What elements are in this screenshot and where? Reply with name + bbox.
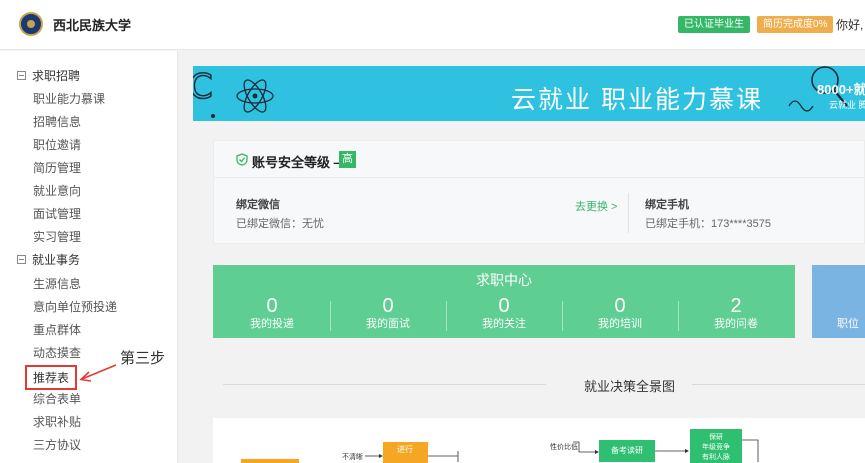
stat-my-interviews[interactable]: 0 我的面试 [330, 295, 446, 331]
school-name[interactable]: 西北民族大学 [53, 15, 131, 34]
school-logo[interactable] [19, 12, 43, 36]
sidebar-item-job-subsidy[interactable]: 求职补贴 [33, 413, 81, 430]
flow-node [241, 459, 299, 463]
sidebar-group-label: 求职招聘 [32, 69, 81, 83]
flow-label-network: 有利人脉 [702, 452, 730, 461]
stat-label: 我的培训 [598, 318, 642, 330]
job-center-panel: 求职中心 0 我的投递 0 我的面试 0 我的关注 0 我的培训 2 我的问卷 [213, 265, 795, 338]
sidebar-item-career-mooc[interactable]: 职业能力慕课 [33, 90, 105, 107]
phone-binding-value: 已绑定手机：173****3575 [645, 218, 771, 230]
banner-subtitle: 云就业 腾讯课堂战略合作 [829, 100, 865, 110]
top-header: 西北民族大学 已认证毕业生 简历完成度0% 你好, [0, 0, 865, 50]
sidebar-item-job-invitations[interactable]: 职位邀请 [33, 136, 81, 153]
sidebar-item-interview-management[interactable]: 面试管理 [33, 205, 81, 222]
stat-my-follows[interactable]: 0 我的关注 [446, 295, 562, 331]
job-side-card[interactable]: 职位 [812, 265, 865, 338]
flow-label-low-value: 性价比低 [550, 442, 578, 451]
collapse-icon [17, 255, 26, 264]
security-level-title: 账号安全等级 — [252, 155, 347, 170]
sidebar-group-job-recruitment[interactable]: 求职招聘 [17, 67, 80, 84]
collapse-icon [17, 71, 26, 80]
sidebar-group-label: 就业事务 [32, 253, 81, 267]
user-greeting[interactable]: 你好, [836, 16, 863, 33]
job-side-card-label: 职位 [837, 318, 859, 330]
stat-label: 我的关注 [482, 318, 526, 330]
resume-completion-badge[interactable]: 简历完成度0% [757, 16, 834, 33]
decision-map-title: 就业决策全景图 [584, 379, 676, 394]
sidebar-item-employment-intention[interactable]: 就业意向 [33, 182, 81, 199]
flow-label-proceed: 进行 [397, 444, 413, 454]
stat-value: 0 [614, 295, 626, 317]
sidebar-item-internship-management[interactable]: 实习管理 [33, 228, 81, 245]
sidebar-item-key-groups[interactable]: 重点群体 [33, 321, 81, 338]
flow-label-competition: 年级竞争 [702, 442, 730, 451]
decision-flowchart: 不清晰 进行 性价比低 备考读研 保研 年级竞争 有利人脉 [241, 429, 759, 463]
stat-label: 我的面试 [366, 318, 410, 330]
sidebar-item-recommendation-form[interactable]: 推荐表 [25, 365, 78, 390]
shield-icon [236, 153, 248, 166]
stat-value: 0 [266, 295, 278, 317]
banner-course-count: 8000+就业能力课程 [817, 82, 865, 97]
sidebar-item-student-source-info[interactable]: 生源信息 [33, 275, 81, 292]
change-wechat-link[interactable]: 去更换 > [575, 198, 617, 214]
sidebar-item-recruitment-info[interactable]: 招聘信息 [33, 113, 81, 130]
security-divider [628, 193, 629, 233]
flow-label-unclear: 不清晰 [342, 452, 363, 461]
account-security-card: 账号安全等级 — 高 绑定微信 已绑定微信：无忧 去更换 > 绑定手机 已绑定手… [213, 140, 865, 244]
svg-text:C: C [193, 67, 213, 107]
heading-divider-left [223, 384, 546, 385]
stat-label: 我的投递 [250, 318, 294, 330]
wechat-binding-value: 已绑定微信：无忧 [236, 218, 324, 230]
heading-divider-right [692, 384, 865, 385]
security-level-badge: 高 [339, 151, 356, 168]
banner-title: 云就业 职业能力慕课 [511, 86, 763, 114]
stat-my-training[interactable]: 0 我的培训 [562, 295, 678, 331]
stat-value: 0 [382, 295, 394, 317]
stat-value: 0 [498, 295, 510, 317]
wechat-binding-label: 绑定微信 [236, 199, 280, 211]
atom-doodle-icon: C [193, 66, 274, 118]
red-arrow-icon [79, 364, 117, 382]
sidebar-group-employment-affairs[interactable]: 就业事务 [17, 251, 80, 268]
sidebar-item-dynamic-survey[interactable]: 动态摸查 [33, 344, 81, 361]
job-center-title: 求职中心 [476, 272, 532, 288]
sidebar-item-tripartite-agreement[interactable]: 三方协议 [33, 436, 81, 453]
sidebar-item-comprehensive-form[interactable]: 综合表单 [33, 390, 81, 407]
sidebar: 求职招聘 职业能力慕课 招聘信息 职位邀请 简历管理 就业意向 面试管理 实习管… [0, 51, 178, 463]
stat-value: 2 [730, 295, 742, 317]
certified-graduate-badge: 已认证毕业生 [678, 16, 750, 33]
decision-map: 不清晰 进行 性价比低 备考读研 保研 年级竞争 有利人脉 [213, 418, 865, 463]
sidebar-item-resume-management[interactable]: 简历管理 [33, 159, 81, 176]
stat-label: 我的问卷 [714, 318, 758, 330]
stat-my-questionnaires[interactable]: 2 我的问卷 [678, 295, 794, 331]
security-card-header: 账号安全等级 — 高 [214, 141, 865, 178]
step-annotation-label: 第三步 [120, 350, 166, 367]
flow-label-postgrad: 备考读研 [611, 445, 643, 455]
phone-binding-label: 绑定手机 [645, 199, 689, 211]
sidebar-item-pre-application[interactable]: 意向单位预投递 [33, 298, 117, 315]
mooc-banner[interactable]: C 云就业 职业能力慕课 8000+就业能力课程 云就业 腾讯课堂战略合作 [193, 66, 865, 121]
flow-label-recommend: 保研 [709, 432, 723, 441]
stat-my-applications[interactable]: 0 我的投递 [214, 295, 330, 331]
